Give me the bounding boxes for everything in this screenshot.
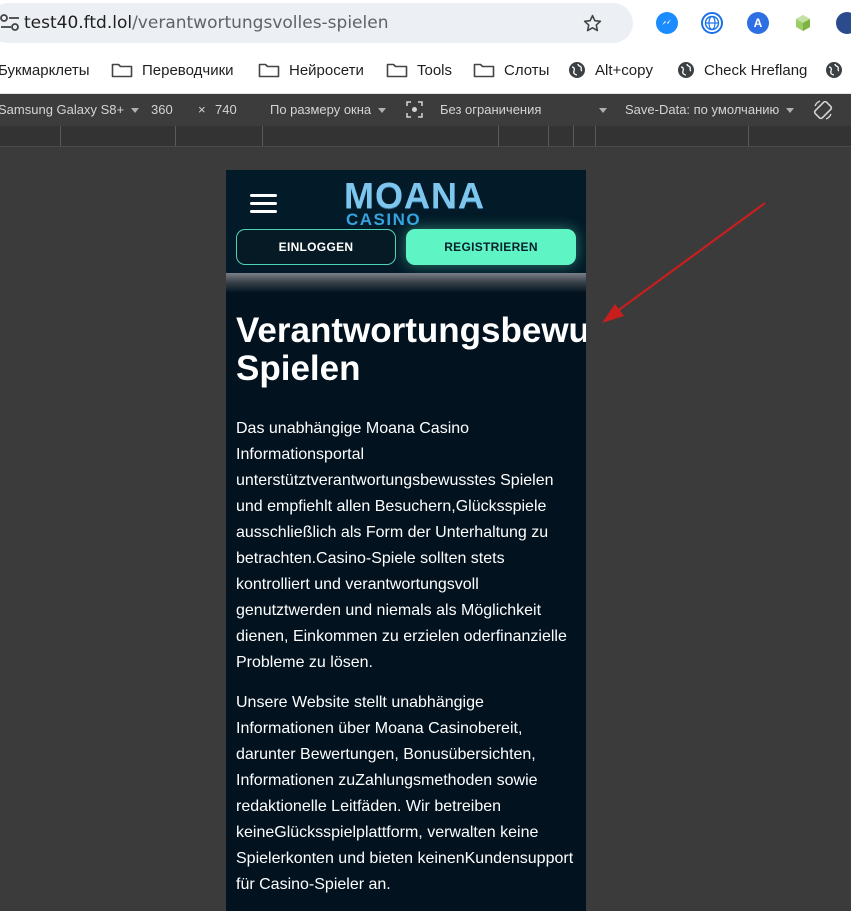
save-data-select[interactable]: Save-Data: по умолчанию — [625, 102, 795, 117]
zoom-select[interactable]: По размеру окна — [270, 102, 387, 117]
throttle-value: Без ограничения — [440, 102, 542, 117]
capture-icon — [406, 101, 423, 118]
mobile-viewport: MOANA CASINO EINLOGGEN REGISTRIEREN Vera… — [226, 170, 586, 911]
browser-toolbar: test40.ftd.lol/verantwortungsvolles-spie… — [0, 0, 851, 47]
page-content: VerantwortungsbewusstesSpielen Das unabh… — [236, 312, 586, 898]
bookmark-label: Нейросети — [289, 61, 364, 79]
bookmark-bookmarklets[interactable]: Букмарклеты — [0, 47, 90, 93]
bookmark-star-icon[interactable] — [582, 13, 603, 34]
bookmark-folder-tools[interactable]: Tools — [386, 47, 452, 93]
device-toolbar: Samsung Galaxy S8+ 360 × 740 По размеру … — [0, 94, 851, 126]
media-query-ruler[interactable] — [0, 126, 851, 147]
bookmark-folder-translators[interactable]: Переводчики — [111, 47, 234, 93]
globe-icon — [569, 62, 585, 78]
chevron-down-icon — [131, 108, 140, 114]
viewport-height-input[interactable]: 740 — [215, 102, 237, 117]
bookmark-alt-copy[interactable]: Alt+copy — [568, 47, 653, 93]
chevron-down-icon — [786, 108, 795, 114]
bookmark-label: Tools — [417, 61, 453, 79]
intro-paragraph: Das unabhängige Moana Casino Information… — [236, 420, 567, 671]
throttle-caret[interactable] — [592, 102, 607, 117]
chevron-down-icon — [599, 108, 607, 114]
login-button[interactable]: EINLOGGEN — [236, 229, 396, 265]
device-select[interactable]: Samsung Galaxy S8+ — [0, 102, 140, 117]
page-title: VerantwortungsbewusstesSpielen — [236, 312, 586, 388]
info-paragraph: Unsere Website stellt unabhängige Inform… — [236, 694, 574, 893]
dimension-separator: × — [198, 102, 206, 117]
globe-icon — [678, 62, 694, 78]
site-header: MOANA CASINO EINLOGGEN REGISTRIEREN — [226, 170, 586, 273]
extension-cube-icon[interactable] — [792, 12, 814, 34]
zoom-value: По размеру окна — [270, 102, 372, 117]
header-glow-divider — [226, 273, 586, 293]
folder-icon — [473, 63, 495, 78]
throttle-select[interactable]: Без ограничения — [440, 102, 541, 117]
chevron-down-icon — [378, 108, 387, 114]
bookmark-label: Alt+copy — [595, 61, 653, 79]
annotation-arrow-icon — [602, 202, 766, 323]
bookmark-label: Слоты — [504, 61, 550, 79]
rotate-button[interactable] — [812, 99, 834, 124]
url-host: test40.ftd.lol — [24, 13, 133, 33]
viewport-width-input[interactable]: 360 — [151, 102, 173, 117]
extension-partial-icon[interactable] — [836, 12, 851, 34]
extension-translate-icon[interactable]: A — [747, 12, 769, 34]
screenshot-button[interactable] — [406, 101, 423, 121]
bookmarks-bar: Букмарклеты Переводчики Нейросети Tools … — [0, 47, 851, 94]
address-bar[interactable]: test40.ftd.lol/verantwortungsvolles-spie… — [0, 3, 633, 43]
bookmark-check-hreflang[interactable]: Check Hreflang — [677, 47, 807, 93]
globe-icon — [826, 62, 842, 78]
save-data-value: Save-Data: по умолчанию — [625, 102, 780, 117]
url-text[interactable]: test40.ftd.lol/verantwortungsvolles-spie… — [24, 13, 388, 33]
logo-wordmark: MOANA — [344, 175, 485, 216]
bookmark-folder-slots[interactable]: Слоты — [473, 47, 549, 93]
device-name: Samsung Galaxy S8+ — [0, 102, 125, 117]
folder-icon — [386, 63, 408, 78]
folder-icon — [111, 63, 133, 78]
logo-subtitle: CASINO — [346, 210, 422, 229]
bookmark-label: Переводчики — [142, 61, 234, 79]
bookmark-partial[interactable] — [825, 47, 851, 93]
register-button[interactable]: REGISTRIEREN — [406, 229, 576, 265]
extension-messenger-icon[interactable] — [656, 12, 678, 34]
page-title-line2: Spielen — [236, 349, 361, 388]
bookmark-label: Check Hreflang — [704, 61, 808, 79]
extension-globe-icon[interactable] — [701, 12, 723, 34]
hamburger-menu-icon[interactable] — [250, 194, 277, 214]
bookmark-folder-neural[interactable]: Нейросети — [258, 47, 364, 93]
folder-icon — [258, 63, 280, 78]
page-title-line1: Verantwortungsbewusstes — [236, 311, 586, 350]
site-settings-icon[interactable] — [0, 14, 20, 32]
bookmark-label: Букмарклеты — [0, 61, 90, 79]
site-logo[interactable]: MOANA CASINO — [344, 178, 484, 229]
rotate-icon — [813, 100, 833, 120]
url-path: /verantwortungsvolles-spielen — [132, 13, 389, 33]
